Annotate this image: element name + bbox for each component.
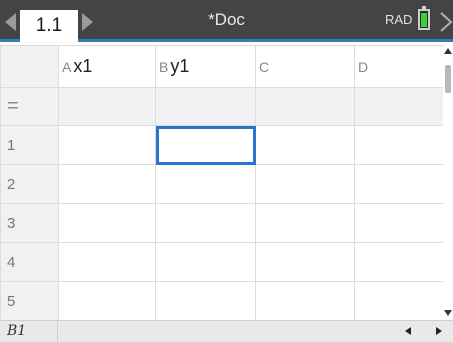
- title-bar: 1.1 *Doc RAD: [0, 0, 453, 42]
- cell-d4[interactable]: [354, 242, 444, 282]
- cell-a5[interactable]: [58, 281, 156, 321]
- cell-b4[interactable]: [155, 242, 256, 282]
- spreadsheet-grid: Ax1 By1 C D = 1 2 3 4 5: [0, 45, 444, 321]
- column-name: x1: [73, 56, 93, 76]
- cell-c3[interactable]: [255, 203, 355, 243]
- column-header-row: Ax1 By1 C D: [0, 45, 444, 88]
- table-row: 4: [0, 242, 444, 282]
- scroll-down-arrow-icon[interactable]: [444, 310, 452, 316]
- angle-mode-indicator: RAD: [385, 12, 413, 27]
- row-number[interactable]: 3: [0, 203, 59, 243]
- column-letter: B: [159, 59, 169, 75]
- table-row: 3: [0, 203, 444, 243]
- cell-a3[interactable]: [58, 203, 156, 243]
- scroll-up-arrow-icon[interactable]: [444, 48, 452, 54]
- cell-d5[interactable]: [354, 281, 444, 321]
- scroll-thumb[interactable]: [445, 65, 451, 93]
- cell-b5[interactable]: [155, 281, 256, 321]
- column-letter: A: [62, 59, 72, 75]
- cell-c5[interactable]: [255, 281, 355, 321]
- cell-a1[interactable]: [58, 125, 156, 165]
- formula-row-label: =: [0, 87, 59, 126]
- cell-a4[interactable]: [58, 242, 156, 282]
- equals-icon: =: [7, 95, 19, 117]
- formula-cell-d[interactable]: [354, 87, 444, 126]
- next-page-arrow-icon[interactable]: [82, 13, 93, 31]
- cell-b3[interactable]: [155, 203, 256, 243]
- tab-page-1-1[interactable]: 1.1: [20, 10, 78, 42]
- cell-d1[interactable]: [354, 125, 444, 165]
- cell-d3[interactable]: [354, 203, 444, 243]
- formula-cell-b[interactable]: [155, 87, 256, 126]
- row-number[interactable]: 1: [0, 125, 59, 165]
- column-header-a[interactable]: Ax1: [58, 45, 156, 88]
- cell-d2[interactable]: [354, 164, 444, 204]
- table-row: 5: [0, 281, 444, 321]
- column-header-c[interactable]: C: [255, 45, 355, 88]
- scroll-left-arrow-icon[interactable]: [405, 327, 411, 335]
- table-row: 2: [0, 164, 444, 204]
- cell-a2[interactable]: [58, 164, 156, 204]
- row-number[interactable]: 5: [0, 281, 59, 321]
- battery-icon: [418, 6, 430, 30]
- column-name: y1: [170, 56, 190, 76]
- cell-b1-selected[interactable]: [155, 125, 256, 165]
- row-number[interactable]: 2: [0, 164, 59, 204]
- formula-cell-c[interactable]: [255, 87, 355, 126]
- cell-reference[interactable]: B1: [0, 321, 58, 342]
- cell-b2[interactable]: [155, 164, 256, 204]
- column-header-b[interactable]: By1: [155, 45, 256, 88]
- table-row: 1: [0, 125, 444, 165]
- formula-row: =: [0, 87, 444, 126]
- corner-cell: [0, 45, 59, 88]
- prev-page-arrow-icon[interactable]: [5, 13, 16, 31]
- status-bar: B1: [0, 320, 453, 342]
- column-letter: C: [259, 59, 270, 75]
- column-header-d[interactable]: D: [354, 45, 444, 88]
- row-number[interactable]: 4: [0, 242, 59, 282]
- cell-c2[interactable]: [255, 164, 355, 204]
- scroll-right-arrow-icon[interactable]: [436, 327, 442, 335]
- vertical-scrollbar[interactable]: [443, 45, 453, 320]
- formula-cell-a[interactable]: [58, 87, 156, 126]
- cell-c1[interactable]: [255, 125, 355, 165]
- chevron-right-icon[interactable]: [439, 11, 453, 33]
- cell-c4[interactable]: [255, 242, 355, 282]
- column-letter: D: [358, 59, 369, 75]
